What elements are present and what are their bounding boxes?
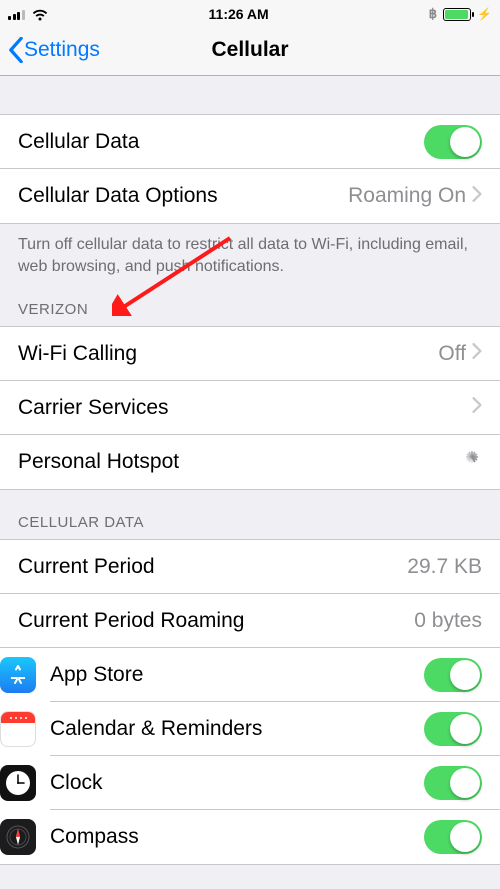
compass-icon: [0, 819, 36, 855]
cellular-data-options-label: Cellular Data Options: [18, 184, 348, 208]
app-label: Calendar & Reminders: [50, 717, 424, 741]
app-toggle[interactable]: [424, 820, 482, 854]
clock-icon: [0, 765, 36, 801]
loading-spinner-icon: [460, 451, 482, 473]
roaming-label: Current Period Roaming: [18, 609, 414, 633]
calendar-reminders-row[interactable]: Calendar & Reminders: [0, 702, 500, 756]
carrier-group: Wi-Fi Calling Off Carrier Services Perso…: [0, 326, 500, 490]
personal-hotspot-row[interactable]: Personal Hotspot: [0, 435, 500, 489]
compass-row[interactable]: Compass: [0, 810, 500, 864]
cellular-signal-icon: [8, 8, 25, 20]
cellular-data-group: Cellular Data Cellular Data Options Roam…: [0, 114, 500, 224]
cellular-data-options-row[interactable]: Cellular Data Options Roaming On: [0, 169, 500, 223]
charging-icon: ⚡: [477, 7, 492, 21]
personal-hotspot-label: Personal Hotspot: [18, 450, 460, 474]
bluetooth-icon: ฿: [429, 6, 437, 22]
app-label: App Store: [50, 663, 424, 687]
wifi-calling-label: Wi-Fi Calling: [18, 342, 438, 366]
nav-bar: Settings Cellular: [0, 24, 500, 76]
battery-icon: [443, 8, 471, 21]
app-label: Compass: [50, 825, 424, 849]
cellular-data-toggle[interactable]: [424, 125, 482, 159]
clock-row[interactable]: Clock: [0, 756, 500, 810]
current-period-value: 29.7 KB: [407, 555, 482, 579]
usage-group: Current Period 29.7 KB Current Period Ro…: [0, 539, 500, 865]
back-label: Settings: [24, 38, 100, 62]
roaming-value: 0 bytes: [414, 609, 482, 633]
chevron-right-icon: [472, 185, 482, 208]
chevron-right-icon: [472, 342, 482, 365]
app-label: Clock: [50, 771, 424, 795]
carrier-section-header: VERIZON: [0, 277, 500, 326]
back-button[interactable]: Settings: [8, 37, 100, 63]
current-period-row: Current Period 29.7 KB: [0, 540, 500, 594]
app-store-row[interactable]: App Store: [0, 648, 500, 702]
calendar-icon: [0, 711, 36, 747]
app-toggle[interactable]: [424, 766, 482, 800]
chevron-left-icon: [8, 37, 24, 63]
current-period-label: Current Period: [18, 555, 407, 579]
app-toggle[interactable]: [424, 658, 482, 692]
carrier-services-label: Carrier Services: [18, 396, 472, 420]
app-toggle[interactable]: [424, 712, 482, 746]
cellular-data-footer: Turn off cellular data to restrict all d…: [0, 224, 500, 277]
wifi-calling-row[interactable]: Wi-Fi Calling Off: [0, 327, 500, 381]
wifi-calling-detail: Off: [438, 342, 466, 366]
cellular-data-label: Cellular Data: [18, 130, 424, 154]
cellular-data-options-detail: Roaming On: [348, 184, 466, 208]
status-bar: 11:26 AM ฿ ⚡: [0, 0, 500, 24]
carrier-services-row[interactable]: Carrier Services: [0, 381, 500, 435]
status-time: 11:26 AM: [209, 6, 269, 22]
chevron-right-icon: [472, 396, 482, 419]
wifi-icon: [31, 8, 49, 21]
current-period-roaming-row: Current Period Roaming 0 bytes: [0, 594, 500, 648]
usage-section-header: CELLULAR DATA: [0, 490, 500, 539]
page-title: Cellular: [211, 38, 288, 62]
app-store-icon: [0, 657, 36, 693]
cellular-data-row[interactable]: Cellular Data: [0, 115, 500, 169]
